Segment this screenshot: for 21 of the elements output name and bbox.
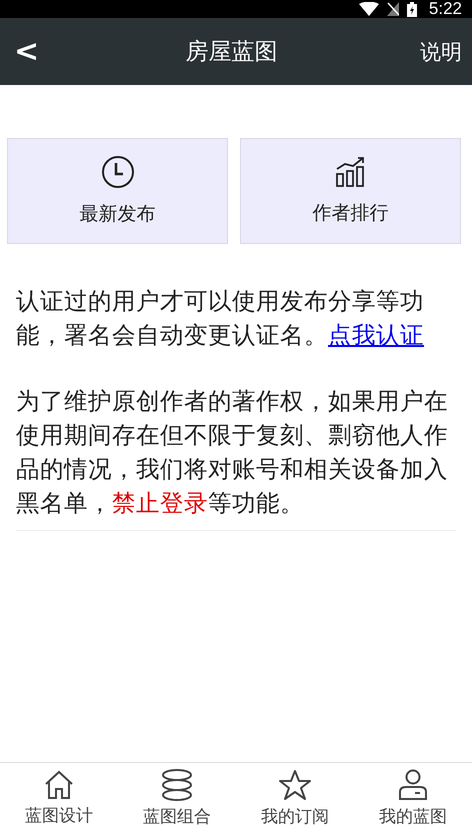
menu-card[interactable]: 作者排行	[240, 138, 461, 244]
tab-item[interactable]: 蓝图设计	[0, 763, 118, 834]
user-icon	[397, 769, 429, 801]
verify-link[interactable]: 点我认证	[328, 321, 424, 349]
clock-icon	[100, 155, 134, 189]
page-title: 房屋蓝图	[186, 38, 278, 67]
stack-icon	[160, 769, 194, 801]
home-icon	[43, 770, 75, 800]
tab-item[interactable]: 蓝图组合	[118, 763, 236, 834]
bar-chart-icon	[334, 156, 366, 188]
verification-notice: 认证过的用户才可以使用发布分享等功能，署名会自动变更认证名。点我认证	[16, 286, 425, 351]
tab-item[interactable]: 我的订阅	[236, 763, 354, 834]
star-icon	[278, 769, 312, 801]
no-signal-icon	[386, 2, 399, 16]
status-time: 5:22	[428, 0, 462, 19]
menu-card[interactable]: 最新发布	[7, 138, 228, 244]
tab-item[interactable]: 我的蓝图	[354, 763, 472, 834]
back-button[interactable]: <	[10, 34, 44, 69]
help-button[interactable]: 说明	[420, 38, 462, 66]
copyright-notice: 为了维护原创作者的著作权，如果用户在使用期间存在但不限于复刻、剽窃他人作品的情况，我们将对账号和相关设备加入黑名单，禁止登录等功能。	[16, 386, 449, 519]
wifi-icon	[358, 2, 379, 16]
